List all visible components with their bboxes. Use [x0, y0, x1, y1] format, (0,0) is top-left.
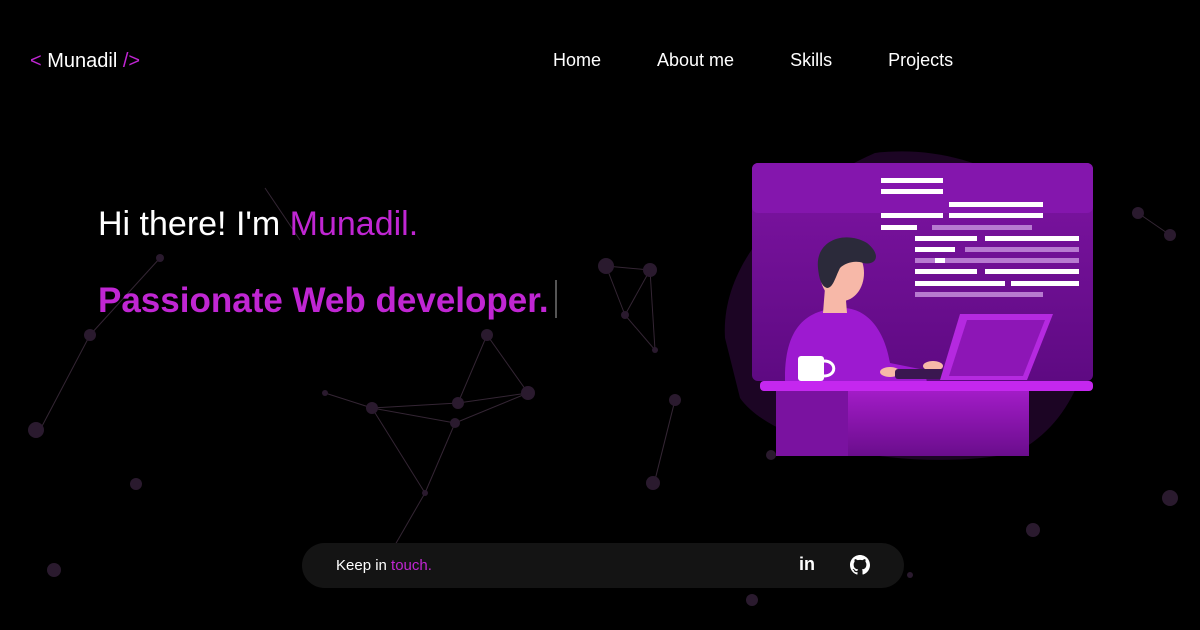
contact-accent: touch.	[391, 557, 432, 574]
developer-illustration	[724, 151, 1093, 460]
greeting-prefix: Hi there! I'm	[98, 205, 290, 243]
site-logo[interactable]: < Munadil />	[30, 50, 140, 73]
nav-skills[interactable]: Skills	[790, 50, 832, 71]
github-icon[interactable]	[850, 555, 870, 575]
contact-prefix: Keep in	[336, 557, 392, 574]
linkedin-icon[interactable]: in	[799, 554, 815, 575]
nav-home[interactable]: Home	[553, 50, 601, 71]
hero-greeting: Hi there! I'm Munadil.	[98, 205, 418, 244]
hero-role: Passionate Web developer.	[98, 280, 557, 321]
contact-text: Keep in touch.	[336, 557, 432, 574]
typing-cursor	[554, 280, 557, 318]
greeting-name: Munadil.	[289, 205, 419, 243]
nav-about-me[interactable]: About me	[657, 50, 734, 71]
role-text: Passionate Web developer.	[98, 281, 549, 320]
logo-name: Munadil	[47, 50, 118, 72]
logo-close-bracket: />	[122, 50, 141, 72]
main-nav: Home About me Skills Projects	[553, 50, 1009, 71]
logo-open-bracket: <	[30, 50, 42, 72]
nav-projects[interactable]: Projects	[888, 50, 953, 71]
contact-bar: Keep in touch. in	[302, 543, 904, 588]
